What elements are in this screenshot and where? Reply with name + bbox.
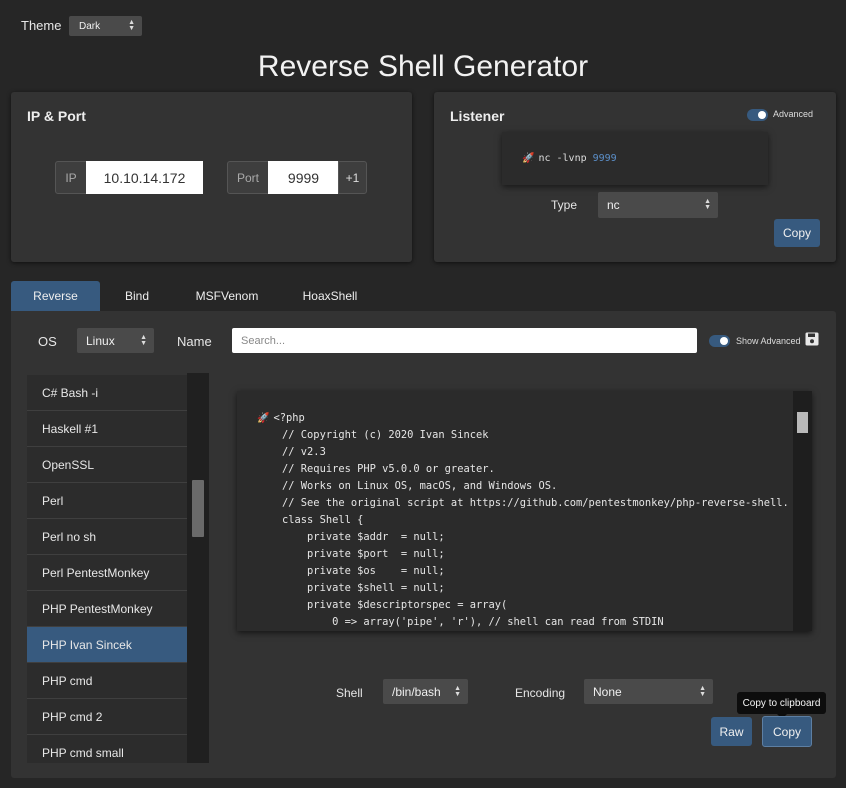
- code-line: <?php: [273, 412, 305, 424]
- list-item[interactable]: Perl no sh: [27, 519, 187, 555]
- port-input[interactable]: 9999: [268, 161, 339, 194]
- os-select[interactable]: Linux ▲ ▼: [77, 328, 154, 353]
- code-line: private $port = null;: [282, 548, 445, 560]
- advanced-toggle[interactable]: [747, 109, 768, 121]
- os-label: OS: [38, 334, 57, 349]
- listener-command-port: 9999: [592, 153, 617, 164]
- listener-panel: Listener Advanced 🚀 nc -lvnp 9999 Type n…: [434, 92, 836, 262]
- shell-list: C# Bash -i Haskell #1 OpenSSL Perl Perl …: [27, 375, 187, 763]
- list-scrollbar[interactable]: [187, 373, 209, 763]
- shell-label: Shell: [336, 686, 363, 700]
- code-line: 0 => array('pipe', 'r'), // shell can re…: [282, 616, 664, 628]
- list-item[interactable]: PHP PentestMonkey: [27, 591, 187, 627]
- listener-command-text: nc -lvnp: [538, 153, 587, 164]
- rocket-icon: 🚀: [257, 413, 270, 424]
- os-select-value: Linux: [86, 333, 115, 348]
- select-caret-icon: ▲ ▼: [454, 684, 461, 698]
- ip-input[interactable]: 10.10.14.172: [86, 161, 203, 194]
- page-title: Reverse Shell Generator: [257, 50, 589, 83]
- code-line: private $shell = null;: [282, 582, 445, 594]
- ip-port-panel: IP & Port IP 10.10.14.172 Port 9999 +1: [11, 92, 412, 262]
- name-label: Name: [177, 334, 212, 349]
- encoding-label: Encoding: [515, 686, 566, 700]
- rocket-icon: 🚀: [522, 153, 535, 164]
- code-line: private $os = null;: [282, 565, 445, 577]
- theme-label: Theme: [21, 18, 62, 33]
- code-line: class Shell {: [282, 514, 364, 526]
- listener-command: 🚀 nc -lvnp 9999: [502, 132, 768, 185]
- select-caret-icon: ▲ ▼: [704, 198, 711, 211]
- code-line: private $descriptorspec = array(: [282, 599, 508, 611]
- list-item[interactable]: Perl PentestMonkey: [27, 555, 187, 591]
- list-item[interactable]: Haskell #1: [27, 411, 187, 447]
- tab-msfvenom[interactable]: MSFVenom: [180, 281, 274, 311]
- listener-title: Listener: [450, 108, 505, 124]
- code-scrollbar-thumb[interactable]: [797, 412, 808, 433]
- code-line: // Requires PHP v5.0.0 or greater.: [282, 463, 495, 475]
- listener-copy-button[interactable]: Copy: [774, 219, 820, 247]
- advanced-label: Advanced: [773, 109, 814, 119]
- list-item[interactable]: C# Bash -i: [27, 375, 187, 411]
- ip-port-title: IP & Port: [27, 108, 86, 124]
- copy-tooltip: Copy to clipboard: [737, 692, 826, 719]
- code-line: // Works on Linux OS, macOS, and Windows…: [282, 480, 558, 492]
- code-output: 🚀 <?php // Copyright (c) 2020 Ivan Sincek…: [237, 391, 812, 631]
- tab-reverse[interactable]: Reverse: [11, 281, 100, 311]
- search-input[interactable]: Search...: [232, 328, 697, 353]
- code-line: // v2.3: [282, 446, 326, 458]
- save-icon[interactable]: [805, 332, 819, 346]
- code-text: 🚀 <?php // Copyright (c) 2020 Ivan Sincek…: [257, 410, 789, 631]
- list-scrollbar-thumb[interactable]: [192, 480, 204, 537]
- show-advanced-toggle[interactable]: [709, 335, 730, 347]
- tab-hoaxshell[interactable]: HoaxShell: [290, 281, 370, 311]
- select-caret-icon: ▲ ▼: [699, 684, 706, 698]
- list-item[interactable]: OpenSSL: [27, 447, 187, 483]
- code-line: // See the original script at https://gi…: [282, 497, 789, 509]
- copy-button[interactable]: Copy: [762, 716, 812, 747]
- select-caret-icon: ▲ ▼: [140, 333, 147, 347]
- theme-select[interactable]: Dark ▲ ▼: [69, 16, 142, 36]
- list-item[interactable]: PHP cmd small: [27, 735, 187, 763]
- shell-select[interactable]: /bin/bash ▲ ▼: [383, 679, 468, 704]
- raw-button[interactable]: Raw: [711, 717, 752, 746]
- ip-addon-label: IP: [55, 161, 87, 194]
- type-label: Type: [551, 198, 578, 212]
- type-select[interactable]: nc ▲ ▼: [598, 192, 718, 218]
- list-item[interactable]: Perl: [27, 483, 187, 519]
- port-increment-button[interactable]: +1: [338, 161, 367, 194]
- encoding-select[interactable]: None ▲ ▼: [584, 679, 713, 704]
- show-advanced-label: Show Advanced: [736, 336, 801, 346]
- code-line: // Copyright (c) 2020 Ivan Sincek: [282, 429, 489, 441]
- list-item[interactable]: PHP cmd: [27, 663, 187, 699]
- code-line: private $addr = null;: [282, 531, 445, 543]
- port-addon-label: Port: [227, 161, 269, 194]
- list-item[interactable]: PHP cmd 2: [27, 699, 187, 735]
- select-caret-icon: ▲ ▼: [128, 19, 135, 32]
- list-item-selected[interactable]: PHP Ivan Sincek: [27, 627, 187, 663]
- tab-bind[interactable]: Bind: [108, 281, 166, 311]
- shell-select-value: /bin/bash: [392, 684, 441, 699]
- type-select-value: nc: [607, 198, 620, 212]
- theme-select-value: Dark: [79, 20, 101, 32]
- encoding-select-value: None: [593, 684, 622, 699]
